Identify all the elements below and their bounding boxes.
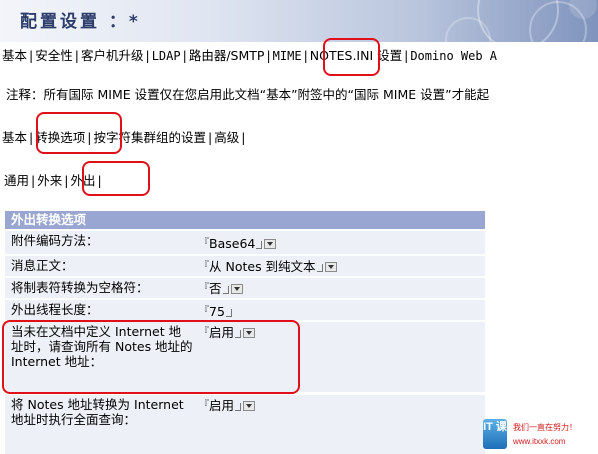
international-mime-note: 注释：所有国际 MIME 设置仅在您启用此文档“基本”附签中的“国际 MIME … xyxy=(6,87,490,102)
subtab-conversion-options[interactable]: 转换选项 xyxy=(34,127,86,146)
setting-value: 启用 xyxy=(209,325,235,340)
setting-value: 启用 xyxy=(209,398,235,413)
setting-row-query-internet-address: 当未在文档中定义 Internet 地址时，请查询所有 Notes 地址的 In… xyxy=(5,322,485,393)
field-end-mark xyxy=(222,286,229,294)
setting-row-tab-to-space: 将制表符转换为空格符： 『否 xyxy=(5,278,485,299)
tab-separator: | xyxy=(241,130,246,145)
attachment-encoding-select[interactable]: 『Base64 xyxy=(199,236,277,251)
setting-row-thread-length: 外出线程长度： 『75 xyxy=(5,300,485,321)
field-end-mark xyxy=(225,309,232,317)
header-banner: 配置设置 ：* xyxy=(0,0,598,42)
setting-label: 附件编码方法： xyxy=(11,233,99,248)
setting-label: 当未在文档中定义 Internet 地址时，请查询所有 Notes 地址的 In… xyxy=(11,324,193,369)
field-end-mark xyxy=(235,403,242,411)
tab-router-smtp[interactable]: 路由器/SMTP xyxy=(188,45,266,64)
tab-outbound[interactable]: 外出 xyxy=(69,170,96,189)
tab-inbound[interactable]: 外来 xyxy=(36,170,63,189)
setting-row-attachment-encoding: 附件编码方法： 『Base64 xyxy=(5,231,485,255)
tab-security[interactable]: 安全性 xyxy=(34,45,74,64)
full-lookup-select[interactable]: 『启用 xyxy=(199,398,256,413)
setting-row-full-lookup: 将 Notes 地址转换为 Internet 地址时执行全面查询： 『启用 xyxy=(5,395,485,454)
tab-notes-ini[interactable]: NOTES.INI 设置 xyxy=(309,45,403,64)
tab-to-space-select[interactable]: 『否 xyxy=(199,281,243,296)
dropdown-icon[interactable] xyxy=(243,401,256,411)
section-header: 外出转换选项 xyxy=(5,211,485,229)
field-end-mark xyxy=(316,264,323,272)
sub-tab-bar: 基本 | 转换选项 | 按字符集群组的设置 | 高级 | xyxy=(1,127,246,146)
dropdown-icon[interactable] xyxy=(243,328,256,338)
query-internet-address-select[interactable]: 『启用 xyxy=(199,325,256,340)
setting-value: 75 xyxy=(209,304,225,319)
tab-general[interactable]: 通用 xyxy=(3,170,30,189)
field-end-mark xyxy=(235,330,242,338)
itxxk-logo-icon: IT 课 xyxy=(483,419,507,449)
tab-client-upgrade[interactable]: 客户机升级 xyxy=(80,45,145,64)
message-body-select[interactable]: 『从 Notes 到纯文本 xyxy=(199,259,337,274)
field-end-mark xyxy=(256,241,263,249)
setting-value: 从 Notes 到纯文本 xyxy=(209,259,316,274)
setting-row-message-body: 消息正文： 『从 Notes 到纯文本 xyxy=(5,256,485,277)
dropdown-icon[interactable] xyxy=(230,284,243,294)
header-decoration xyxy=(445,0,597,42)
setting-label: 外出线程长度： xyxy=(11,302,99,317)
tab-ldap[interactable]: LDAP xyxy=(151,49,182,63)
watermark-slogan: 我们一直在努力！ xyxy=(513,423,577,432)
dropdown-icon[interactable] xyxy=(264,239,277,249)
setting-label: 消息正文： xyxy=(11,258,74,273)
setting-label: 将制表符转换为空格符： xyxy=(11,280,149,295)
page-title: 配置设置 ：* xyxy=(20,12,141,32)
tab-mime[interactable]: MIME xyxy=(272,49,303,63)
setting-label: 将 Notes 地址转换为 Internet 地址时执行全面查询： xyxy=(11,397,184,427)
setting-value: Base64 xyxy=(209,236,256,251)
subtab-advanced[interactable]: 高级 xyxy=(213,127,240,146)
direction-tab-bar: 通用 | 外来 | 外出 | xyxy=(3,170,103,189)
subtab-charset-group-settings[interactable]: 按字符集群组的设置 xyxy=(92,127,207,146)
subtab-basic[interactable]: 基本 xyxy=(1,127,28,146)
dropdown-icon[interactable] xyxy=(324,262,337,272)
tab-domino-web[interactable]: Domino Web A xyxy=(409,49,498,63)
site-watermark: IT 课 我们一直在努力！ www.itxxk.com xyxy=(483,417,597,453)
watermark-url: www.itxxk.com xyxy=(513,437,566,446)
thread-length-field[interactable]: 『75 xyxy=(199,304,232,319)
tab-basic[interactable]: 基本 xyxy=(1,45,28,64)
main-tab-bar: 基本 | 安全性 | 客户机升级 | LDAP | 路由器/SMTP | MIME | NOTES.IN… xyxy=(1,45,498,64)
setting-value: 否 xyxy=(209,281,222,296)
tab-separator: | xyxy=(97,173,102,188)
